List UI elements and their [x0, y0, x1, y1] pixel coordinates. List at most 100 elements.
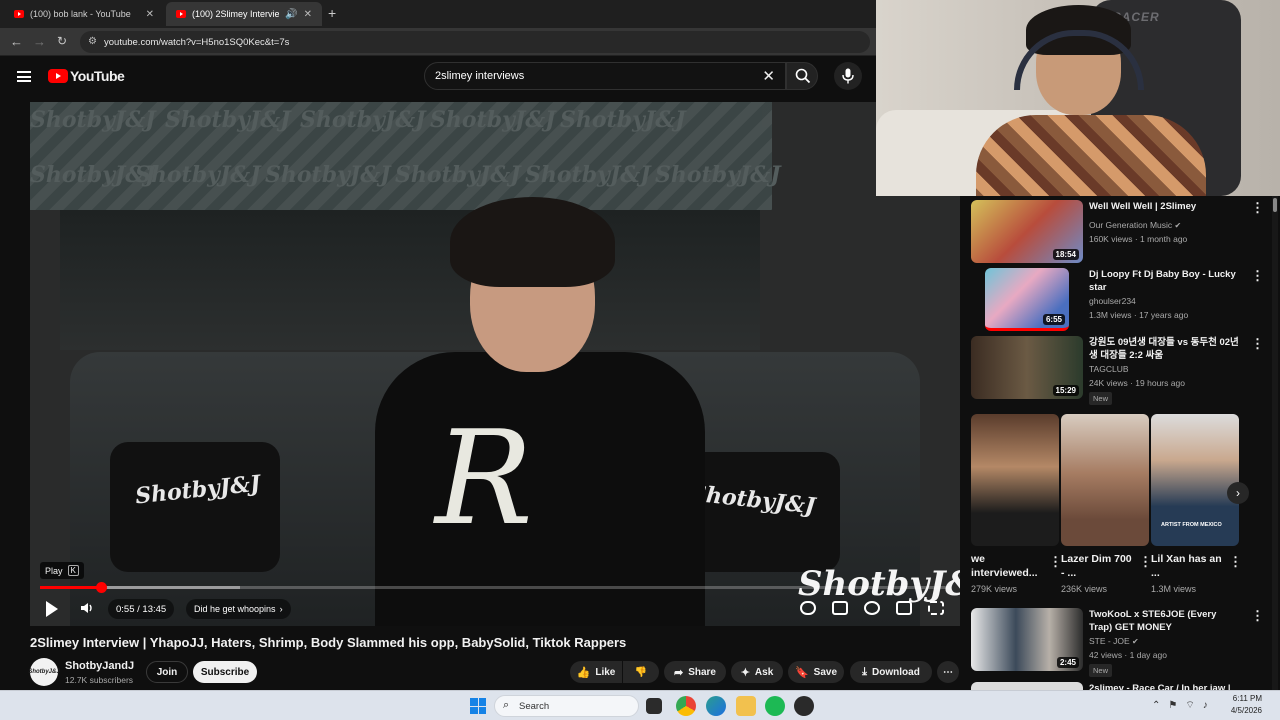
browser-tab-active[interactable]: (100) 2Slimey Interview | Yhapo... 🔊 ✕ [166, 2, 322, 26]
video-title[interactable]: 2slimey - Race Car / In her jaw | [1089, 682, 1239, 690]
more-actions-button[interactable]: ⋯ [937, 661, 959, 683]
channel-name[interactable]: ghoulser234 [1089, 296, 1136, 306]
play-icon[interactable] [46, 601, 58, 617]
reload-icon[interactable]: ↻ [57, 34, 67, 48]
verified-badge-icon: ✔ [1132, 637, 1139, 646]
system-tray-icons[interactable]: ⌃⚑⌔♪ [1152, 699, 1216, 712]
hamburger-menu-icon[interactable] [17, 71, 31, 82]
progress-bar[interactable] [40, 582, 950, 593]
video-title[interactable]: Well Well Well | 2Slimey [1089, 200, 1239, 213]
dislike-button[interactable]: 👎 [623, 661, 659, 683]
speaker-icon[interactable]: 🔊 [285, 9, 297, 20]
taskbar-clock[interactable]: 6:11 PM 4/5/2026 [1231, 693, 1262, 717]
search-button[interactable] [786, 62, 818, 90]
video-thumbnail[interactable]: 2:45 [971, 608, 1083, 671]
edge-icon[interactable] [706, 696, 726, 716]
captions-icon[interactable] [832, 601, 848, 615]
new-tab-icon[interactable]: + [328, 5, 336, 21]
channel-name[interactable]: ShotbyJandJ [65, 660, 134, 672]
more-options-icon[interactable] [1139, 554, 1152, 570]
chapter-button[interactable]: Did he get whoopins › [186, 599, 291, 619]
short-card[interactable]: we interviewed... 279K views [971, 414, 1062, 594]
join-button[interactable]: Join [146, 661, 188, 683]
video-thumbnail[interactable]: 6:55 [985, 268, 1069, 331]
channel-name[interactable]: STE - JOE ✔ [1089, 636, 1139, 646]
chrome-icon[interactable] [676, 696, 696, 716]
more-options-icon[interactable] [1251, 200, 1264, 216]
settings-gear-icon[interactable] [864, 601, 880, 615]
video-person-hair [450, 197, 615, 287]
ask-button[interactable]: ✦ Ask [731, 661, 783, 683]
more-options-icon[interactable] [1049, 554, 1062, 570]
spotify-icon[interactable] [765, 696, 785, 716]
volume-icon[interactable] [80, 601, 94, 615]
close-tab-icon[interactable]: ✕ [304, 9, 312, 20]
video-title[interactable]: TwoKooL x STE6JOE (Every Trap) GET MONEY [1089, 608, 1239, 634]
recommendation-item[interactable]: 6:55 Dj Loopy Ft Dj Baby Boy - Lucky sta… [971, 268, 1264, 331]
short-card[interactable]: ARTIST FROM MEXICO Lil Xan has an ... 1.… [1151, 414, 1242, 594]
more-options-icon[interactable] [1251, 608, 1264, 624]
video-thumbnail[interactable]: 15:29 [971, 336, 1083, 399]
close-tab-icon[interactable]: ✕ [146, 9, 154, 20]
taskbar-search[interactable]: ⌕ Search [494, 695, 639, 717]
short-card[interactable]: Lazer Dim 700 - ... 236K views [1061, 414, 1152, 594]
recommendation-item[interactable]: 2:45 TwoKooL x STE6JOE (Every Trap) GET … [971, 608, 1264, 678]
more-options-icon[interactable] [1251, 268, 1264, 284]
short-title[interactable]: Lazer Dim 700 - ... [1061, 552, 1133, 580]
shorts-next-button[interactable]: › [1227, 482, 1249, 504]
banner-text: ShotbyJ&J [525, 162, 651, 188]
channel-name[interactable]: Our Generation Music ✔ [1089, 220, 1181, 230]
webcam-shirt [976, 115, 1206, 196]
address-bar[interactable]: ⚙ youtube.com/watch?v=H5no1SQ0Kec&t=7s [80, 31, 870, 53]
search-icon: ⌕ [503, 699, 510, 711]
video-title[interactable]: 강원도 09년생 대장들 vs 동두천 02년생 대장들 2:2 싸움 [1089, 336, 1239, 362]
task-view-icon[interactable] [646, 698, 662, 714]
share-button[interactable]: ➦ Share [664, 661, 726, 683]
time-display: 0:55 / 13:45 [108, 599, 175, 619]
channel-name[interactable]: TAGCLUB [1089, 364, 1129, 374]
forward-icon[interactable]: → [33, 34, 46, 49]
short-thumbnail[interactable]: ARTIST FROM MEXICO [1151, 414, 1239, 546]
video-thumbnail[interactable] [971, 682, 1083, 690]
recommendation-item[interactable]: 18:54 Well Well Well | 2Slimey Our Gener… [971, 200, 1264, 263]
more-options-icon[interactable] [1229, 554, 1242, 570]
save-button[interactable]: 🔖 Save [788, 661, 844, 683]
download-button[interactable]: ⤓ Download [850, 661, 932, 683]
browser-tab-bar: (100) bob lank - YouTube ✕ (100) 2Slimey… [0, 0, 876, 28]
miniplayer-icon[interactable] [896, 601, 912, 615]
back-icon[interactable]: ← [10, 34, 23, 49]
join-label: Join [156, 666, 178, 678]
sidebar-scrollbar[interactable] [1272, 196, 1278, 690]
site-info-icon[interactable]: ⚙ [88, 36, 97, 47]
search-input[interactable]: 2slimey interviews ✕ [424, 62, 786, 90]
ask-label: Ask [754, 666, 774, 678]
app-icon[interactable] [794, 696, 814, 716]
fullscreen-icon[interactable] [928, 601, 944, 615]
scrollbar-thumb[interactable] [1273, 198, 1277, 212]
clear-search-icon[interactable]: ✕ [762, 67, 775, 85]
short-thumbnail[interactable] [1061, 414, 1149, 546]
short-title[interactable]: we interviewed... [971, 552, 1043, 580]
subscribe-button[interactable]: Subscribe [193, 661, 257, 683]
file-explorer-icon[interactable] [736, 696, 756, 716]
video-player[interactable]: ShotbyJ&J ShotbyJ&J ShotbyJ&J ShotbyJ&J … [30, 102, 960, 626]
youtube-favicon-icon [176, 10, 186, 18]
like-button[interactable]: 👍 Like [570, 661, 622, 683]
autoplay-toggle-icon[interactable] [800, 601, 816, 615]
video-thumbnail[interactable]: 18:54 [971, 200, 1083, 263]
url-text: youtube.com/watch?v=H5no1SQ0Kec&t=7s [104, 36, 290, 48]
recommendation-item[interactable]: 2slimey - Race Car / In her jaw | [971, 682, 1261, 690]
browser-toolbar: ← → ↻ ⚙ youtube.com/watch?v=H5no1SQ0Kec&… [0, 28, 876, 56]
youtube-logo[interactable]: YouTube [48, 68, 125, 84]
video-title[interactable]: Dj Loopy Ft Dj Baby Boy - Lucky star [1089, 268, 1239, 294]
browser-tab[interactable]: (100) bob lank - YouTube ✕ [4, 2, 164, 26]
recommendation-item[interactable]: 15:29 강원도 09년생 대장들 vs 동두천 02년생 대장들 2:2 싸… [971, 336, 1264, 406]
verified-badge-icon: ✔ [1174, 221, 1182, 230]
windows-start-icon[interactable] [470, 698, 486, 714]
short-title[interactable]: Lil Xan has an ... [1151, 552, 1223, 580]
channel-avatar[interactable]: ShotbyJ&J [28, 658, 60, 686]
youtube-favicon-icon [14, 10, 24, 18]
short-thumbnail[interactable] [971, 414, 1059, 546]
more-options-icon[interactable] [1251, 336, 1264, 352]
voice-search-button[interactable] [834, 62, 862, 90]
